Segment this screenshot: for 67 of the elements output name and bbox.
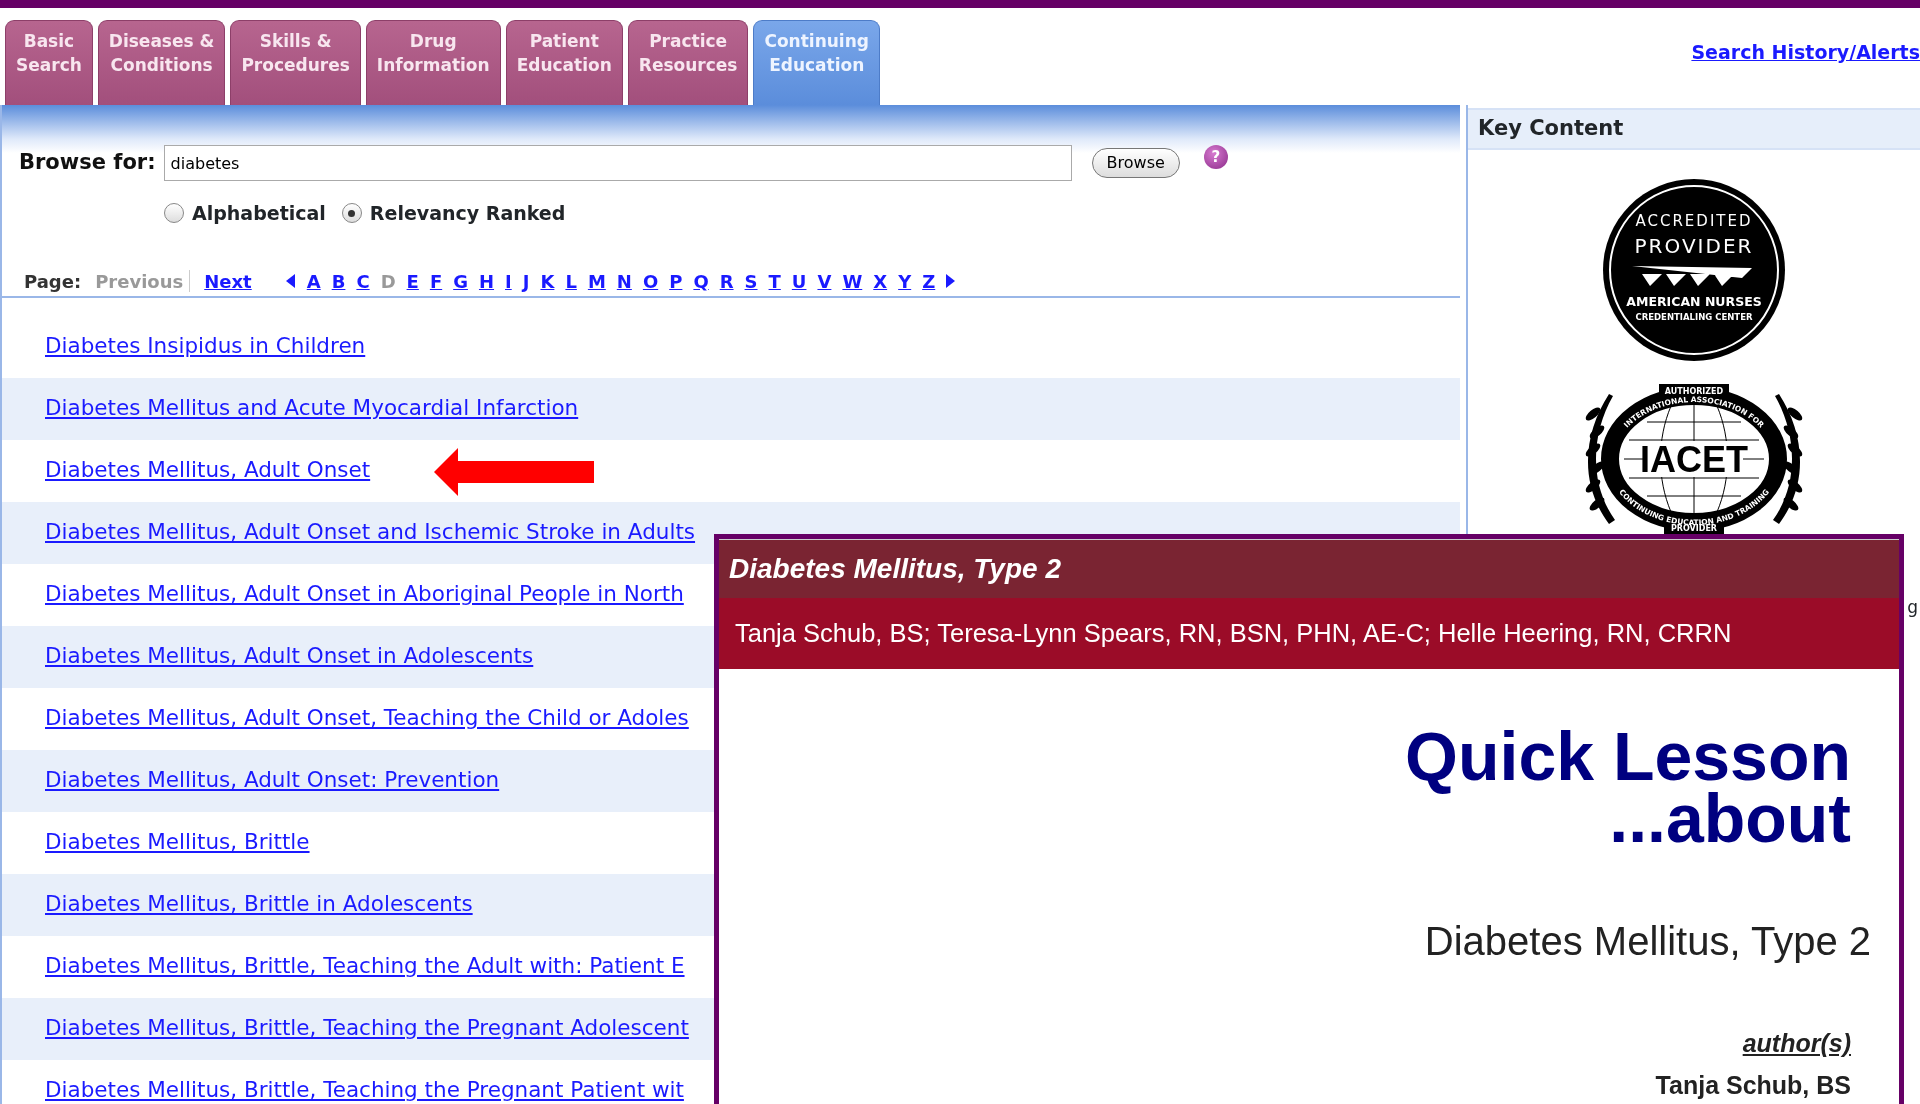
letter-link[interactable]: Z [922,267,936,295]
result-link[interactable]: Diabetes Mellitus and Acute Myocardial Infarction [45,392,579,425]
letter-link[interactable]: X [873,267,888,295]
letter-link[interactable]: O [642,267,659,295]
letter-link[interactable]: E [406,267,419,295]
result-link[interactable]: Diabetes Mellitus, Adult Onset in Aboriginal People in North [45,578,684,611]
letter-link[interactable]: V [817,267,832,295]
letter-link[interactable]: L [565,267,577,295]
lesson-heading: Quick Lesson ...about [1405,725,1851,850]
radio-label: Alphabetical [192,201,326,226]
result-link[interactable]: Diabetes Insipidus in Children [45,330,366,363]
result-link[interactable]: Diabetes Mellitus, Adult Onset: Prevention [45,764,500,797]
result-link[interactable]: Diabetes Mellitus, Adult Onset [45,454,371,487]
letter-link[interactable]: S [744,267,758,295]
radio-label: Relevancy Ranked [369,201,566,226]
result-link[interactable]: Diabetes Mellitus, Adult Onset, Teaching the Child or Adoles [45,702,689,735]
letter-link[interactable]: P [669,267,683,295]
letter-link[interactable]: C [356,267,370,295]
nav-tab[interactable]: Practice Resources [627,20,749,105]
search-history-link[interactable]: Search History/Alerts [1691,38,1920,67]
letter-link[interactable]: T [768,267,781,295]
letter-link[interactable]: K [540,267,555,295]
logo-text: AMERICAN NURSES [1626,293,1762,309]
next-link[interactable]: Next [204,267,252,295]
page-label: Page: [24,269,82,294]
letter-link[interactable]: Q [693,267,709,295]
letter-link[interactable]: I [505,267,512,295]
result-link[interactable]: Diabetes Mellitus, Brittle [45,826,310,859]
letter-link[interactable]: M [587,267,606,295]
nav-tab[interactable]: Diseases & Conditions [97,20,226,105]
letter-link[interactable]: W [842,267,863,295]
result-link[interactable]: Diabetes Mellitus, Adult Onset in Adolescents [45,640,534,673]
radio-button[interactable] [341,203,362,224]
right-triangle-icon[interactable] [946,274,956,288]
result-link[interactable]: Diabetes Mellitus, Brittle in Adolescents [45,888,473,921]
authors-label: author(s) [1742,1028,1851,1060]
letter-link[interactable]: A [306,267,321,295]
panel-text: g [1907,596,1918,619]
letter-link[interactable]: J [522,267,530,295]
panel-heading: Key Content [1468,108,1920,150]
letter-link[interactable]: B [331,267,346,295]
logo-text: IACET [1640,438,1748,480]
nav-tab[interactable]: Patient Education [505,20,623,105]
browse-button[interactable]: Browse [1091,148,1180,178]
logo-text: ACCREDITED [1635,211,1753,230]
result-link[interactable]: Diabetes Mellitus, Brittle, Teaching the Pregnant Patient wit [45,1074,684,1104]
popup-title: Diabetes Mellitus, Type 2 [719,539,1899,598]
lesson-subject: Diabetes Mellitus, Type 2 [1424,918,1871,966]
letter-link[interactable]: N [616,267,632,295]
nav-tab[interactable]: Skills & Procedures [230,20,361,105]
letter-link[interactable]: H [478,267,495,295]
nav-tab[interactable]: Basic Search [5,20,93,105]
author-name: Tanja Schub, BS [1655,1069,1851,1101]
letter-link[interactable]: Y [898,267,912,295]
logo-text: CREDENTIALING CENTER [1635,311,1753,322]
letter-link[interactable]: G [453,267,468,295]
logo-text: PROVIDER [1634,233,1754,258]
logo-text: AUTHORIZED [1664,386,1724,396]
letter-link[interactable]: R [719,267,734,295]
letter-link[interactable]: U [791,267,807,295]
left-triangle-icon[interactable] [285,274,295,288]
browse-field[interactable]: diabetes [163,145,1072,181]
result-link[interactable]: Diabetes Mellitus, Brittle, Teaching the Adult with: Patient E [45,950,685,983]
nav-tab[interactable]: Drug Information [365,20,501,105]
browse-label: Browse for: [19,149,156,177]
radio-button[interactable] [164,203,184,224]
letter-link[interactable]: F [429,267,443,295]
